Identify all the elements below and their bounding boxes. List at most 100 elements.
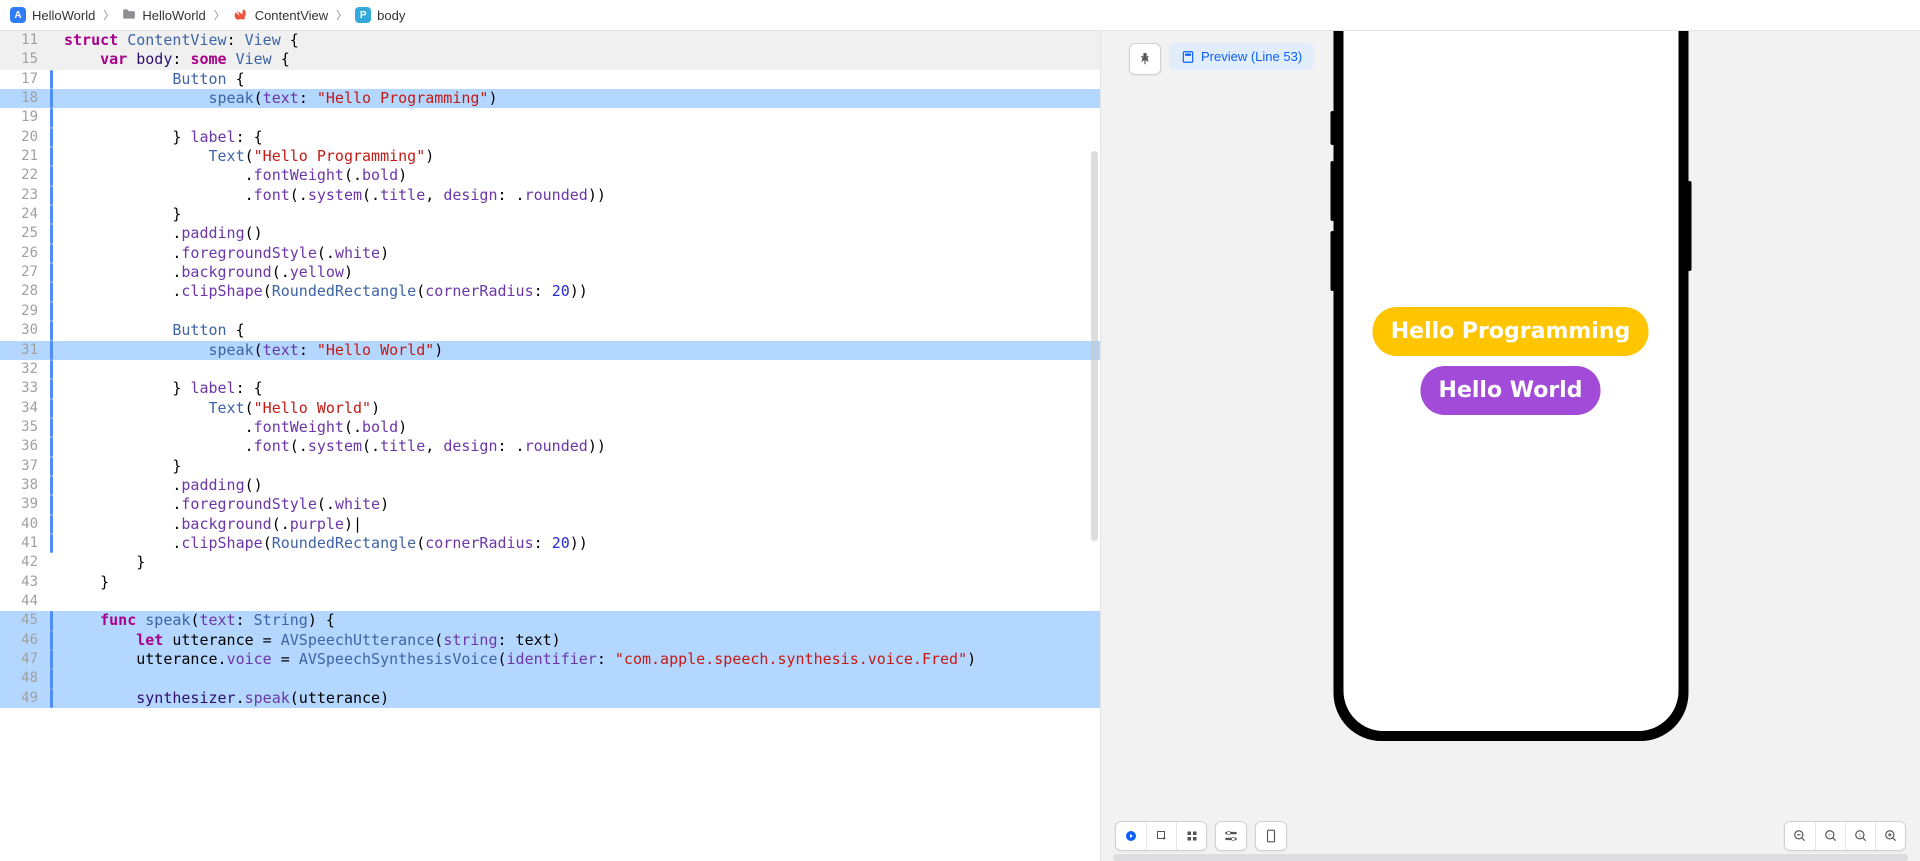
zoom-fit-button[interactable]: [1815, 822, 1845, 850]
fold-ribbon[interactable]: [48, 360, 56, 379]
code-text: Button {: [56, 321, 1100, 340]
code-line[interactable]: 29: [0, 302, 1100, 321]
app-button-hello-programming[interactable]: Hello Programming: [1373, 307, 1649, 356]
device-preview[interactable]: Hello Programming Hello World: [1333, 31, 1688, 741]
fold-ribbon[interactable]: [48, 282, 56, 301]
fold-ribbon[interactable]: [48, 244, 56, 263]
pin-icon: [1138, 52, 1152, 66]
fold-ribbon[interactable]: [48, 186, 56, 205]
code-line[interactable]: 22 .fontWeight(.bold): [0, 166, 1100, 185]
breadcrumb-app[interactable]: A HelloWorld: [10, 7, 95, 23]
code-line[interactable]: 17 Button {: [0, 70, 1100, 89]
fold-ribbon[interactable]: [48, 592, 56, 611]
orientation-button[interactable]: [1256, 822, 1286, 850]
fold-ribbon[interactable]: [48, 573, 56, 592]
code-line[interactable]: 18 speak(text: "Hello Programming"): [0, 89, 1100, 108]
fold-ribbon[interactable]: [48, 205, 56, 224]
fold-ribbon[interactable]: [48, 669, 56, 688]
variants-button[interactable]: [1176, 822, 1206, 850]
code-line[interactable]: 35 .fontWeight(.bold): [0, 418, 1100, 437]
main-area: 11 struct ContentView: View { 15 var bod…: [0, 31, 1920, 861]
code-line[interactable]: 36 .font(.system(.title, design: .rounde…: [0, 437, 1100, 456]
fold-ribbon[interactable]: [48, 457, 56, 476]
fold-ribbon[interactable]: [48, 341, 56, 360]
line-number: 41: [0, 534, 48, 553]
code-line[interactable]: 34 Text("Hello World"): [0, 399, 1100, 418]
code-line[interactable]: 48: [0, 669, 1100, 688]
breadcrumb-folder[interactable]: HelloWorld: [122, 8, 205, 23]
fold-ribbon[interactable]: [48, 553, 56, 572]
fold-ribbon[interactable]: [48, 515, 56, 534]
fold-ribbon[interactable]: [48, 224, 56, 243]
code-line[interactable]: 47 utterance.voice = AVSpeechSynthesisVo…: [0, 650, 1100, 669]
fold-ribbon[interactable]: [48, 650, 56, 669]
live-preview-button[interactable]: [1116, 822, 1146, 850]
code-line[interactable]: 45 func speak(text: String) {: [0, 611, 1100, 630]
line-number: 17: [0, 70, 48, 89]
breadcrumb-file[interactable]: ContentView: [233, 7, 328, 23]
preview-badge[interactable]: Preview (Line 53): [1169, 43, 1314, 70]
pin-preview-button[interactable]: [1129, 43, 1161, 75]
code-line[interactable]: 25 .padding(): [0, 224, 1100, 243]
code-line[interactable]: 42 }: [0, 553, 1100, 572]
code-line[interactable]: 23 .font(.system(.title, design: .rounde…: [0, 186, 1100, 205]
fold-ribbon[interactable]: [48, 31, 56, 50]
code-line[interactable]: 39 .foregroundStyle(.white): [0, 495, 1100, 514]
app-button-hello-world[interactable]: Hello World: [1421, 366, 1601, 415]
fold-ribbon[interactable]: [48, 263, 56, 282]
code-line[interactable]: 27 .background(.yellow): [0, 263, 1100, 282]
vertical-scrollbar[interactable]: [1091, 151, 1098, 541]
code-text: speak(text: "Hello Programming"): [56, 89, 1100, 108]
code-editor[interactable]: 11 struct ContentView: View { 15 var bod…: [0, 31, 1100, 861]
fold-ribbon[interactable]: [48, 89, 56, 108]
code-line[interactable]: 21 Text("Hello Programming"): [0, 147, 1100, 166]
line-number: 21: [0, 147, 48, 166]
code-line[interactable]: 44: [0, 592, 1100, 611]
code-line[interactable]: 26 .foregroundStyle(.white): [0, 244, 1100, 263]
fold-ribbon[interactable]: [48, 534, 56, 553]
fold-ribbon[interactable]: [48, 689, 56, 708]
fold-ribbon[interactable]: [48, 611, 56, 630]
fold-ribbon[interactable]: [48, 399, 56, 418]
fold-ribbon[interactable]: [48, 128, 56, 147]
code-line[interactable]: 32: [0, 360, 1100, 379]
code-line[interactable]: 19: [0, 108, 1100, 127]
zoom-actual-button[interactable]: 1: [1845, 822, 1875, 850]
device-settings-button[interactable]: [1216, 822, 1246, 850]
fold-ribbon[interactable]: [48, 631, 56, 650]
fold-ribbon[interactable]: [48, 495, 56, 514]
horizontal-scrollbar[interactable]: [1113, 854, 1908, 861]
code-line[interactable]: 28 .clipShape(RoundedRectangle(cornerRad…: [0, 282, 1100, 301]
fold-ribbon[interactable]: [48, 418, 56, 437]
code-line[interactable]: 37 }: [0, 457, 1100, 476]
code-line[interactable]: 43 }: [0, 573, 1100, 592]
code-line[interactable]: 49 synthesizer.speak(utterance): [0, 689, 1100, 708]
fold-ribbon[interactable]: [48, 476, 56, 495]
code-line[interactable]: 24 }: [0, 205, 1100, 224]
fold-ribbon[interactable]: [48, 70, 56, 89]
fold-ribbon[interactable]: [48, 147, 56, 166]
breadcrumb-symbol[interactable]: P body: [355, 7, 405, 23]
fold-ribbon[interactable]: [48, 321, 56, 340]
code-line[interactable]: 30 Button {: [0, 321, 1100, 340]
code-line[interactable]: 38 .padding(): [0, 476, 1100, 495]
zoom-out-button[interactable]: [1785, 822, 1815, 850]
fold-ribbon[interactable]: [48, 50, 56, 69]
fold-ribbon[interactable]: [48, 437, 56, 456]
code-line[interactable]: 46 let utterance = AVSpeechUtterance(str…: [0, 631, 1100, 650]
code-line[interactable]: 41 .clipShape(RoundedRectangle(cornerRad…: [0, 534, 1100, 553]
app-icon: A: [10, 7, 26, 23]
code-line[interactable]: 31 speak(text: "Hello World"): [0, 341, 1100, 360]
code-line[interactable]: 33 } label: {: [0, 379, 1100, 398]
line-number: 42: [0, 553, 48, 572]
zoom-in-button[interactable]: [1875, 822, 1905, 850]
line-number: 43: [0, 573, 48, 592]
fold-ribbon[interactable]: [48, 379, 56, 398]
fold-ribbon[interactable]: [48, 302, 56, 321]
selectable-preview-button[interactable]: [1146, 822, 1176, 850]
code-line[interactable]: 40 .background(.purple): [0, 515, 1100, 534]
preview-icon: [1181, 50, 1195, 64]
code-line[interactable]: 20 } label: {: [0, 128, 1100, 147]
fold-ribbon[interactable]: [48, 108, 56, 127]
fold-ribbon[interactable]: [48, 166, 56, 185]
